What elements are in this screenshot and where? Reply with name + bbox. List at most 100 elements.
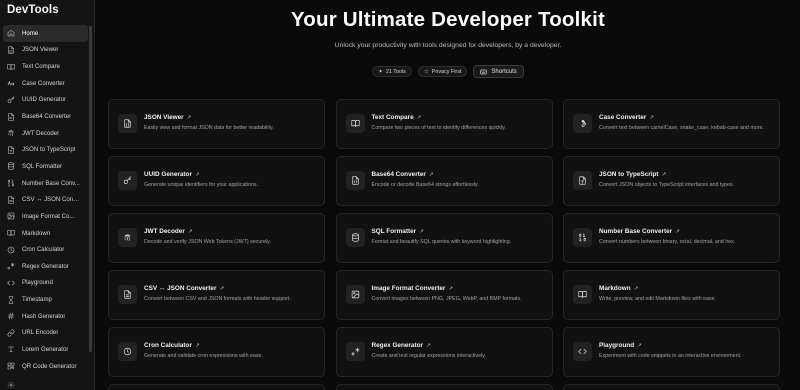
sidebar-item-label: Image Format Co... [22,212,75,220]
sidebar-item-label: UUID Generator [22,96,67,104]
sidebar-item-label: Cron Calculator [22,246,65,254]
sidebar-item-label: Case Converter [22,79,65,87]
tool-card-title: Cron Calculator ↗ [144,342,200,349]
external-arrow-icon: ↗ [186,115,192,121]
tool-card-json-viewer[interactable]: JSON Viewer ↗ Easily view and format JSON … [108,99,325,149]
regex-icon [345,342,365,361]
clock-icon [7,246,15,254]
tool-card-description: Create and test regular expressions inte… [371,353,486,359]
external-arrow-icon: ↗ [675,229,680,235]
image-icon [345,285,365,304]
key-icon [118,171,137,190]
tool-card-title: UUID Generator ↗ [144,171,200,178]
tool-card-csv-json-converter[interactable]: CSV ↔ JSON Converter ↗ Convert between CSV… [108,270,325,320]
tool-card-jwt-decoder[interactable]: JWT Decoder ↗ Decode and verify JSON Web T… [108,213,325,263]
tool-card-image-format-converter[interactable]: Image Format Converter ↗ Convert images be… [335,270,553,320]
sidebar-item-timestamp[interactable]: Timestamp [3,291,88,308]
privacy-label: Privacy First [431,68,462,75]
shortcuts-button[interactable]: Shortcuts [473,65,524,78]
home-icon [7,29,15,37]
sidebar-item-label: Regex Generator [22,262,69,270]
tool-title-text: Text Compare [371,114,414,121]
sidebar-item-label: Markdown [22,229,51,237]
privacy-badge: ☆ Privacy First [417,66,468,77]
file-code-icon [7,112,15,121]
tools-grid: JSON Viewer ↗ Easily view and format JSON … [108,99,792,390]
star-icon: ☆ [423,68,429,75]
sidebar-item-base64-converter[interactable]: Base64 Converter [3,108,88,125]
sidebar-item-playground[interactable]: Playground [3,275,88,292]
sidebar-item-text-compare[interactable]: Text Compare [3,58,88,75]
sidebar-item-jwt-decoder[interactable]: JWT Decoder [3,125,88,142]
sidebar-item-image-format-co[interactable]: Image Format Co... [3,208,88,225]
sidebar-item-lorem-generator[interactable]: Lorem Generator [3,341,88,358]
external-arrow-icon: ↗ [426,343,431,349]
settings-icon[interactable] [7,376,15,389]
sidebar-item-hash-generator[interactable]: Hash Generator [3,308,88,325]
tool-card-json-to-typescript[interactable]: JSON to TypeScript ↗ Convert JSON objects … [563,156,780,206]
sidebar-item-json-viewer[interactable]: JSON Viewer [3,42,88,59]
tool-card-partial[interactable] [108,384,325,390]
tool-card-title: Markdown ↗ [599,285,638,292]
tool-card-title: Regex Generator ↗ [372,342,431,349]
hash-icon [7,312,15,320]
tool-card-partial[interactable] [335,384,553,390]
sparkle-icon: ✦ [378,68,383,75]
tool-card-sql-formatter[interactable]: SQL Formatter ↗ Format and beautify SQL qu… [335,213,553,263]
sidebar-item-json-to-typescript[interactable]: JSON to TypeScript [3,141,88,158]
sidebar-item-uuid-generator[interactable]: UUID Generator [3,92,88,109]
tool-card-playground[interactable]: Playground ↗ Experiment with code snippets… [563,327,780,377]
regex-icon [7,262,15,270]
tool-card-number-base-converter[interactable]: Number Base Converter ↗ Convert numbers be… [563,213,780,263]
tool-card-description: Compare two pieces of text to identify d… [371,125,506,131]
tool-card-title: Playground ↗ [599,342,642,349]
tool-title-text: CSV ↔ JSON Converter [144,285,217,292]
tool-title-text: JWT Decoder [144,228,185,235]
tool-card-uuid-generator[interactable]: UUID Generator ↗ Generate unique identifie… [108,156,325,206]
tool-title-text: JSON Viewer [144,114,184,121]
tool-card-title: JSON Viewer ↗ [144,114,191,121]
sidebar-item-url-encoder[interactable]: URL Encoder [3,325,88,342]
file-text-icon [118,285,137,304]
key-icon [7,96,15,104]
sidebar-item-cron-calculator[interactable]: Cron Calculator [3,241,88,258]
sidebar-item-csv-json-conve[interactable]: CSV ↔ JSON Conve... [3,191,88,208]
shortcuts-label: Shortcuts [491,68,517,75]
external-arrow-icon: ↗ [194,172,200,178]
sidebar-item-case-converter[interactable]: Case Converter [3,75,88,92]
sidebar: DevTools Home JSON Viewer Text Compare Case… [0,0,95,390]
tool-title-text: SQL Formatter [371,228,417,235]
tool-card-title: JSON to TypeScript ↗ [599,171,666,178]
sidebar-item-number-base-conv[interactable]: Number Base Conv... [3,175,88,192]
tool-card-text-compare[interactable]: Text Compare ↗ Compare two pieces of text … [335,99,553,149]
tool-card-markdown[interactable]: Markdown ↗ Write, preview, and edit Markdo… [563,270,780,320]
sidebar-item-label: Number Base Conv... [22,179,80,187]
tool-title-text: Regex Generator [371,342,424,349]
wrench-icon [573,114,592,133]
main-content: Your Ultimate Developer Toolkit Unlock y… [96,0,800,390]
tool-card-partial[interactable] [563,384,780,390]
sidebar-item-markdown[interactable]: Markdown [3,225,88,242]
sidebar-item-home[interactable]: Home [3,25,88,42]
link-icon [7,329,15,337]
external-arrow-icon: ↗ [661,172,667,178]
tools-count-badge: ✦ 21 Tools [372,66,412,77]
tool-card-cron-calculator[interactable]: Cron Calculator ↗ Generate and validate cr… [108,327,325,377]
tool-title-text: JSON to TypeScript [599,171,659,178]
tool-card-description: Convert between CSV and JSON formats wit… [144,296,291,302]
sidebar-item-sql-formatter[interactable]: SQL Formatter [3,158,88,175]
sidebar-scrollbar[interactable] [89,26,92,352]
file-type-icon [7,146,15,154]
tool-card-case-converter[interactable]: Case Converter ↗ Convert text between came… [563,99,780,149]
book-open-icon [7,63,15,71]
tool-card-regex-generator[interactable]: Regex Generator ↗ Create and test regular … [335,327,553,377]
tool-card-base64-converter[interactable]: Base64 Converter ↗ Encode or decode Base64… [335,156,553,206]
sidebar-item-qr-code-generator[interactable]: QR Code Generator [3,358,88,375]
sidebar-item-regex-generator[interactable]: Regex Generator [3,258,88,275]
external-arrow-icon: ↗ [419,229,424,235]
tool-card-description: Decode and verify JSON Web Tokens (JWT) … [144,239,271,245]
external-arrow-icon: ↗ [219,286,225,292]
hero-badges: ✦ 21 Tools ☆ Privacy First Shortcuts [96,65,800,78]
sidebar-item-label: Playground [22,279,53,287]
tool-title-text: Markdown [599,285,631,292]
